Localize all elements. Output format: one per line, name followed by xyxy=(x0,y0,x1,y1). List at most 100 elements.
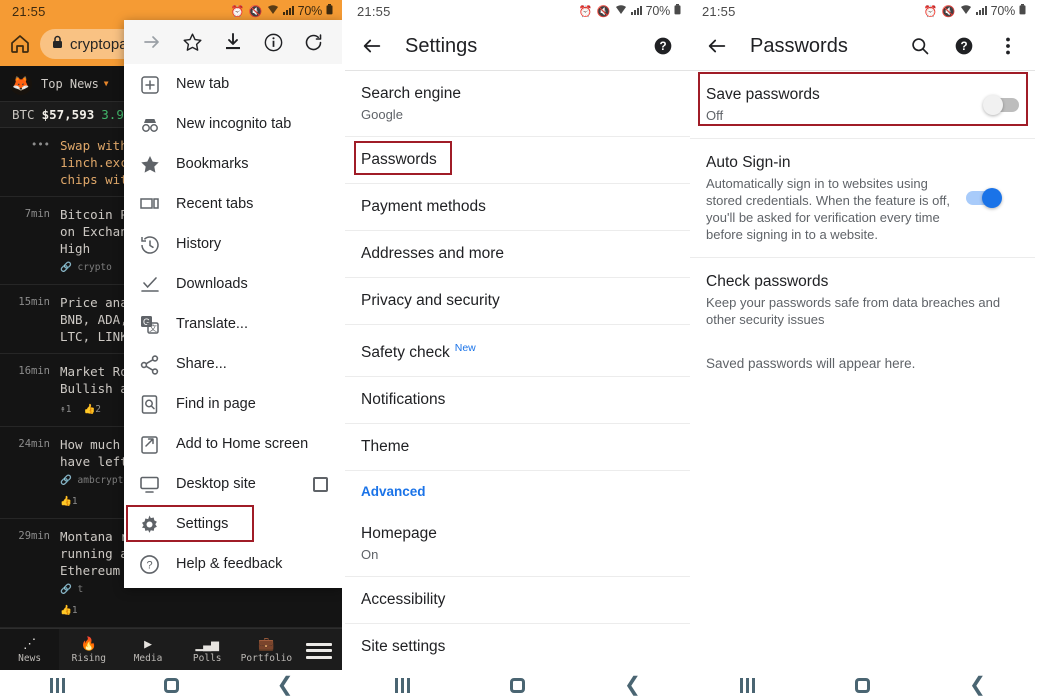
settings-row-search-engine[interactable]: Search engine Google xyxy=(345,71,690,137)
settings-row-safety-check[interactable]: Safety check New xyxy=(345,325,690,378)
menu-item-history[interactable]: History xyxy=(124,224,342,264)
settings-row-title: Theme xyxy=(361,438,410,456)
signal-icon xyxy=(630,5,642,18)
feed-selector[interactable]: Top News ▼ xyxy=(41,77,109,91)
home-icon[interactable] xyxy=(8,32,32,56)
news-item-source: 🔗 crypto xyxy=(60,262,112,273)
news-tab-rising[interactable]: 🔥 Rising xyxy=(59,629,118,672)
news-tab-media[interactable]: ▶ Media xyxy=(118,629,177,672)
settings-row-subtitle: On xyxy=(361,547,379,563)
auto-signin-subtitle: Automatically sign in to websites using … xyxy=(706,176,951,242)
recents-icon[interactable] xyxy=(37,670,77,700)
menu-item-new-tab[interactable]: New tab xyxy=(124,64,342,104)
hamburger-icon[interactable] xyxy=(296,639,342,662)
settings-row-site-settings[interactable]: Site settings xyxy=(345,624,690,672)
news-item-time: 16min xyxy=(18,365,50,377)
save-passwords-row[interactable]: Save passwords Off xyxy=(690,71,1035,139)
menu-item-bookmarks[interactable]: Bookmarks xyxy=(124,144,342,184)
menu-item-label: Bookmarks xyxy=(176,156,249,172)
home-icon[interactable] xyxy=(843,670,883,700)
auto-signin-title: Auto Sign-in xyxy=(706,154,791,171)
incognito-icon xyxy=(138,113,160,135)
menu-item-new-incognito-tab[interactable]: New incognito tab xyxy=(124,104,342,144)
share-icon xyxy=(138,353,160,375)
page-title: Passwords xyxy=(750,34,848,57)
settings-row-payment-methods[interactable]: Payment methods xyxy=(345,184,690,231)
menu-item-share[interactable]: Share... xyxy=(124,344,342,384)
menu-item-recent-tabs[interactable]: Recent tabs xyxy=(124,184,342,224)
save-passwords-toggle[interactable] xyxy=(983,94,1019,115)
settings-row-accessibility[interactable]: Accessibility xyxy=(345,577,690,625)
play-circle-icon: ▶ xyxy=(144,636,152,652)
mute-icon: 🔇 xyxy=(941,5,956,18)
star-filled-icon xyxy=(138,153,160,175)
star-icon[interactable] xyxy=(180,29,206,55)
more-vertical-icon[interactable] xyxy=(997,35,1019,57)
menu-item-settings[interactable]: Settings xyxy=(124,504,342,544)
settings-row-homepage[interactable]: Homepage On xyxy=(345,511,690,578)
translate-icon: G文 xyxy=(138,313,160,335)
news-item-time: ••• xyxy=(31,139,50,151)
help-icon[interactable]: ? xyxy=(652,35,674,57)
news-item-time: 15min xyxy=(18,296,50,308)
menu-item-list: New tab New incognito tab Bookmarks Recent … xyxy=(124,64,342,584)
menu-item-add-to-home-screen[interactable]: Add to Home screen xyxy=(124,424,342,464)
download-icon[interactable] xyxy=(220,29,246,55)
reload-icon[interactable] xyxy=(301,29,327,55)
back-arrow-icon[interactable] xyxy=(361,35,383,57)
menu-item-find-in-page[interactable]: Find in page xyxy=(124,384,342,424)
settings-row-title: Safety check New xyxy=(361,342,476,362)
feed-selector-label: Top News xyxy=(41,76,99,91)
settings-row-notifications[interactable]: Notifications xyxy=(345,377,690,425)
menu-item-label: New tab xyxy=(176,76,230,92)
battery-percent: 70% xyxy=(297,4,323,18)
search-icon[interactable] xyxy=(909,35,931,57)
browser-overflow-menu: New tab New incognito tab Bookmarks Recent … xyxy=(124,20,342,588)
settings-row-theme[interactable]: Theme xyxy=(345,424,690,472)
news-tab-news[interactable]: ⋰ News xyxy=(0,629,60,672)
menu-item-label: Recent tabs xyxy=(176,196,254,212)
check-passwords-row[interactable]: Check passwords Keep your passwords safe… xyxy=(690,258,1035,338)
settings-row-addresses-and-more[interactable]: Addresses and more xyxy=(345,231,690,278)
back-icon[interactable]: ❮ xyxy=(958,670,998,700)
settings-row-passwords[interactable]: Passwords xyxy=(345,137,690,184)
help-icon[interactable]: ? xyxy=(953,35,975,57)
settings-row-subtitle: Google xyxy=(361,107,403,122)
save-passwords-text: Save passwords Off xyxy=(706,85,975,124)
history-icon xyxy=(138,233,160,255)
back-icon[interactable]: ❮ xyxy=(265,670,305,700)
news-tab-label: Polls xyxy=(192,652,222,664)
auto-signin-toggle[interactable] xyxy=(966,188,1002,208)
back-arrow-icon[interactable] xyxy=(706,35,728,57)
desktop-site-checkbox[interactable] xyxy=(313,476,328,492)
mute-icon: 🔇 xyxy=(596,5,611,18)
svg-text:?: ? xyxy=(146,559,152,571)
menu-item-translate[interactable]: G 文 Translate... xyxy=(124,304,342,344)
auto-signin-row[interactable]: Auto Sign-in Automatically sign in to we… xyxy=(690,139,1035,258)
news-tab-label: Media xyxy=(133,652,163,664)
svg-text:?: ? xyxy=(960,40,967,53)
wifi-icon xyxy=(960,4,972,18)
recents-icon[interactable] xyxy=(728,670,768,700)
menu-item-help-feedback[interactable]: ? Help & feedback xyxy=(124,544,342,584)
home-icon[interactable] xyxy=(151,670,191,700)
settings-row-privacy-and-security[interactable]: Privacy and security xyxy=(345,278,690,325)
ticker-symbol: BTC xyxy=(12,107,35,122)
status-icons: ⏰ 🔇 70% xyxy=(924,4,1026,18)
menu-item-downloads[interactable]: Downloads xyxy=(124,264,342,304)
home-icon[interactable] xyxy=(498,670,538,700)
news-tab-polls[interactable]: ▁▃▅ Polls xyxy=(178,629,237,672)
menu-item-desktop-site[interactable]: Desktop site xyxy=(124,464,342,504)
back-icon[interactable]: ❮ xyxy=(613,670,653,700)
mute-icon: 🔇 xyxy=(248,5,263,18)
lock-icon xyxy=(52,35,63,53)
forward-arrow-icon[interactable] xyxy=(139,29,165,55)
menu-item-label: Find in page xyxy=(176,396,256,412)
wifi-icon xyxy=(615,4,627,18)
recents-icon[interactable] xyxy=(383,670,423,700)
news-item-time: 29min xyxy=(18,530,50,542)
info-icon[interactable] xyxy=(260,29,286,55)
news-tab-portfolio[interactable]: 💼 Portfolio xyxy=(237,629,296,672)
settings-row-advanced[interactable]: Advanced xyxy=(345,471,690,512)
settings-appbar: Settings ? xyxy=(345,22,690,70)
